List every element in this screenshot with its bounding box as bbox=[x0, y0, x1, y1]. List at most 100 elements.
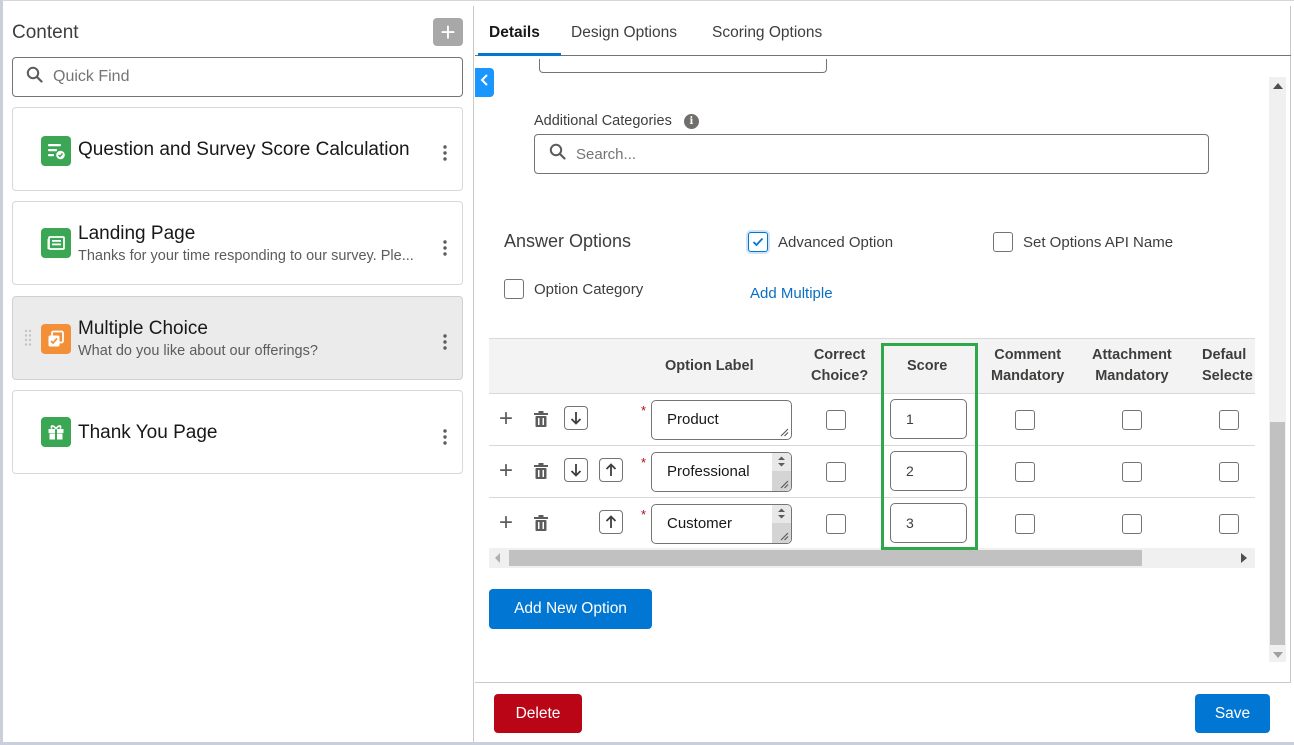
table-row: + * Customer bbox=[489, 498, 1255, 550]
option-label-input[interactable]: Customer bbox=[651, 504, 792, 544]
correct-choice-checkbox[interactable] bbox=[826, 462, 846, 482]
comment-mandatory-checkbox[interactable] bbox=[1015, 514, 1035, 534]
content-item-title: Question and Survey Score Calculation bbox=[78, 139, 410, 160]
add-multiple-link[interactable]: Add Multiple bbox=[750, 285, 833, 302]
score-input[interactable] bbox=[890, 451, 967, 491]
delete-row-icon[interactable] bbox=[533, 462, 549, 480]
option-label-value: Product bbox=[667, 411, 719, 428]
correct-choice-checkbox[interactable] bbox=[826, 514, 846, 534]
delete-row-icon[interactable] bbox=[533, 410, 549, 428]
add-content-button[interactable]: + bbox=[433, 18, 463, 46]
content-item-score-calculation[interactable]: Question and Survey Score Calculation bbox=[12, 107, 463, 191]
scroll-up-icon[interactable] bbox=[1273, 83, 1283, 89]
content-item-title: Landing Page bbox=[78, 223, 196, 244]
required-indicator: * bbox=[641, 455, 647, 470]
move-down-button[interactable] bbox=[564, 406, 588, 430]
option-label-value: Professional bbox=[667, 463, 750, 480]
header-score: Score bbox=[907, 358, 948, 374]
score-calculation-icon bbox=[41, 136, 71, 166]
attachment-mandatory-checkbox[interactable] bbox=[1122, 462, 1142, 482]
tab-scoring-options[interactable]: Scoring Options bbox=[712, 24, 822, 42]
add-new-option-button[interactable]: Add New Option bbox=[489, 589, 652, 629]
properties-panel: Details Design Options Scoring Options A… bbox=[475, 6, 1291, 742]
more-actions-icon[interactable] bbox=[439, 144, 451, 162]
comment-mandatory-checkbox[interactable] bbox=[1015, 410, 1035, 430]
correct-choice-checkbox[interactable] bbox=[826, 410, 846, 430]
scroll-down-icon[interactable] bbox=[1273, 652, 1283, 658]
table-header: Option Label Correct Choice? Score Comme… bbox=[489, 338, 1255, 394]
answer-options-table: Option Label Correct Choice? Score Comme… bbox=[489, 338, 1255, 568]
move-down-button[interactable] bbox=[564, 458, 588, 482]
resize-handle-icon[interactable] bbox=[779, 427, 789, 437]
content-panel-title: Content bbox=[12, 22, 79, 43]
attachment-mandatory-checkbox[interactable] bbox=[1122, 410, 1142, 430]
table-horizontal-scrollbar[interactable] bbox=[489, 548, 1255, 568]
option-label-value: Customer bbox=[667, 515, 733, 532]
option-category-label: Option Category bbox=[534, 280, 644, 298]
checkbox-unchecked[interactable] bbox=[993, 232, 1013, 252]
details-scroll-area: Additional Categories i Answer Options A… bbox=[475, 57, 1291, 682]
table-row: + * Professional bbox=[489, 446, 1255, 498]
add-row-icon[interactable]: + bbox=[499, 459, 515, 483]
drag-handle-icon[interactable] bbox=[24, 329, 32, 347]
more-actions-icon[interactable] bbox=[439, 428, 451, 446]
quick-find-input[interactable] bbox=[53, 68, 433, 86]
tab-bar: Details Design Options Scoring Options bbox=[475, 6, 1291, 56]
option-category-checkbox[interactable]: Option Category bbox=[504, 279, 643, 299]
score-input[interactable] bbox=[890, 503, 967, 543]
resize-handle-icon[interactable] bbox=[779, 479, 789, 489]
resize-handle-icon[interactable] bbox=[779, 531, 789, 541]
scrollbar-thumb[interactable] bbox=[1270, 422, 1285, 645]
default-selected-checkbox[interactable] bbox=[1219, 462, 1239, 482]
add-row-icon[interactable]: + bbox=[499, 407, 515, 431]
add-row-icon[interactable]: + bbox=[499, 511, 515, 535]
active-tab-indicator bbox=[478, 53, 561, 56]
score-input[interactable] bbox=[890, 399, 967, 439]
header-comment-mandatory: Comment Mandatory bbox=[991, 345, 1064, 387]
collapse-panel-button[interactable] bbox=[475, 68, 494, 97]
answer-options-title: Answer Options bbox=[504, 231, 632, 251]
scroll-left-icon[interactable] bbox=[495, 553, 500, 563]
search-icon bbox=[26, 66, 43, 88]
move-up-button[interactable] bbox=[599, 510, 623, 534]
additional-categories-input[interactable] bbox=[576, 145, 1176, 163]
scroll-right-icon[interactable] bbox=[1241, 553, 1247, 563]
content-item-landing-page[interactable]: Landing Page Thanks for your time respon… bbox=[12, 201, 463, 285]
move-up-button[interactable] bbox=[599, 458, 623, 482]
save-button[interactable]: Save bbox=[1195, 694, 1270, 733]
set-options-api-name-label: Set Options API Name bbox=[1023, 233, 1174, 251]
chevron-left-icon bbox=[480, 73, 489, 92]
delete-row-icon[interactable] bbox=[533, 514, 549, 532]
quick-find-field[interactable] bbox=[12, 57, 463, 97]
table-row: + * Product bbox=[489, 394, 1255, 446]
comment-mandatory-checkbox[interactable] bbox=[1015, 462, 1035, 482]
header-line: Defaul bbox=[1202, 347, 1247, 363]
more-actions-icon[interactable] bbox=[439, 333, 451, 351]
header-correct-choice: Correct Choice? bbox=[811, 345, 868, 387]
footer-bar: Delete Save bbox=[475, 682, 1291, 742]
header-line: Mandatory bbox=[1095, 368, 1169, 384]
checkbox-checked[interactable] bbox=[748, 232, 768, 252]
multiple-choice-icon bbox=[41, 324, 71, 354]
content-item-thank-you-page[interactable]: Thank You Page bbox=[12, 390, 463, 474]
details-vertical-scrollbar[interactable] bbox=[1269, 77, 1286, 662]
option-label-input[interactable]: Professional bbox=[651, 452, 792, 492]
tab-design-options[interactable]: Design Options bbox=[571, 24, 677, 42]
default-selected-checkbox[interactable] bbox=[1219, 410, 1239, 430]
option-label-input[interactable]: Product bbox=[651, 400, 792, 440]
advanced-option-checkbox[interactable]: Advanced Option bbox=[748, 232, 893, 252]
delete-button[interactable]: Delete bbox=[494, 694, 582, 733]
additional-categories-search[interactable] bbox=[534, 134, 1209, 174]
set-options-api-name-checkbox[interactable]: Set Options API Name bbox=[993, 232, 1173, 252]
tab-details[interactable]: Details bbox=[489, 24, 540, 42]
scrollbar-thumb[interactable] bbox=[509, 550, 1142, 566]
default-selected-checkbox[interactable] bbox=[1219, 514, 1239, 534]
attachment-mandatory-checkbox[interactable] bbox=[1122, 514, 1142, 534]
header-line: Attachment bbox=[1092, 347, 1172, 363]
content-item-multiple-choice[interactable]: Multiple Choice What do you like about o… bbox=[12, 296, 463, 380]
header-line: Comment bbox=[994, 347, 1062, 363]
checkbox-unchecked[interactable] bbox=[504, 279, 524, 299]
info-icon[interactable]: i bbox=[683, 113, 699, 129]
header-line: Choice? bbox=[811, 368, 869, 384]
more-actions-icon[interactable] bbox=[439, 239, 451, 257]
